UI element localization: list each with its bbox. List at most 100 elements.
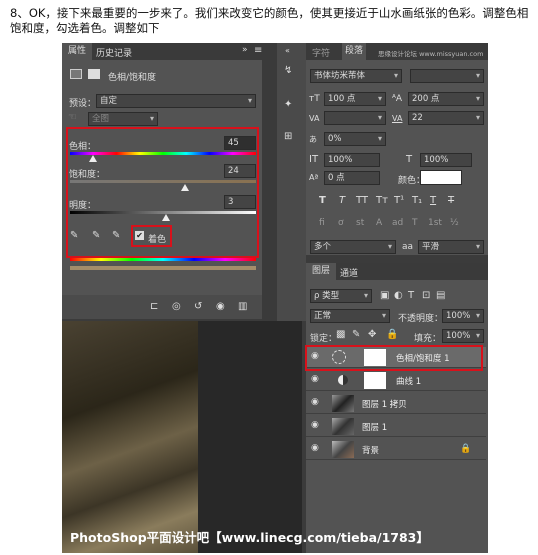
layer-thumb bbox=[332, 395, 354, 412]
filter-adjustment-icon[interactable]: ◐ bbox=[394, 290, 403, 302]
trash-icon[interactable]: ▥ bbox=[238, 301, 247, 313]
hand-tool-icon[interactable]: ☜ bbox=[68, 112, 77, 124]
preset-label: 预设： bbox=[69, 99, 97, 109]
font-size-icon: ᴛT bbox=[309, 94, 320, 104]
tool-history-icon[interactable]: ↯ bbox=[284, 65, 292, 77]
panel-collapse-icon[interactable]: » bbox=[242, 45, 248, 55]
lock-all-icon[interactable]: 🔒 bbox=[386, 329, 398, 341]
style-button-7[interactable]: T bbox=[448, 195, 454, 206]
mask-icon bbox=[88, 69, 100, 79]
layer-mask-thumb bbox=[364, 372, 386, 389]
collapse-icon[interactable]: « bbox=[285, 45, 290, 57]
layer-thumb bbox=[332, 418, 354, 435]
visibility-eye-icon[interactable]: ◉ bbox=[311, 374, 319, 384]
visibility-eye-icon[interactable]: ◉ bbox=[216, 301, 225, 313]
tab-channels[interactable]: 通道 bbox=[340, 266, 358, 279]
intro-text: 8、OK，接下来最重要的一步来了。我们来改变它的颜色，使其更接近于山水画纸张的色… bbox=[10, 6, 529, 35]
site-watermark: PhotoShop平面设计吧【www.linecg.com/tieba/1783… bbox=[70, 530, 429, 545]
antialias-dropdown[interactable]: 平滑 bbox=[418, 240, 484, 254]
opacity-input[interactable]: 100% bbox=[442, 309, 484, 323]
style-button-6[interactable]: T bbox=[430, 195, 436, 206]
view-previous-icon[interactable]: ◎ bbox=[172, 301, 181, 313]
leading-icon: ᴬA bbox=[392, 94, 403, 104]
visibility-eye-icon[interactable]: ◉ bbox=[311, 397, 319, 407]
adjustment-thumb-icon bbox=[338, 375, 348, 385]
horizontal-scale-icon: T bbox=[406, 154, 413, 165]
site-watermark-top: 思缘设计论坛 www.missyuan.com bbox=[378, 50, 484, 58]
baseline-icon: Aª bbox=[309, 173, 319, 182]
tracking-dropdown[interactable]: 22 bbox=[408, 111, 484, 125]
adjustment-icon bbox=[70, 69, 82, 79]
filter-pixel-icon[interactable]: ▣ bbox=[380, 290, 389, 302]
tab-history[interactable]: 历史记录 bbox=[96, 46, 132, 59]
style-button-0[interactable]: T bbox=[319, 195, 326, 206]
style-button-2[interactable]: TT bbox=[356, 195, 368, 206]
style-button-1[interactable]: T bbox=[339, 195, 345, 206]
antialias-label: aa bbox=[402, 242, 414, 252]
lock-image-icon[interactable]: ✎ bbox=[352, 329, 360, 341]
tab-paragraph[interactable]: 段落 bbox=[342, 43, 367, 60]
lock-label: 锁定： bbox=[310, 334, 338, 344]
font-style-dropdown[interactable] bbox=[410, 69, 484, 83]
layer-row-layer1-copy[interactable]: ◉ 图层 1 拷贝 bbox=[306, 393, 486, 414]
lock-transparent-icon[interactable]: ▩ bbox=[336, 329, 345, 341]
ot-button-2[interactable]: st bbox=[356, 218, 364, 228]
style-button-4[interactable]: T¹ bbox=[394, 195, 404, 206]
layer-row-curves[interactable]: ◉ 曲线 1 bbox=[306, 370, 486, 391]
filter-shape-icon[interactable]: ⊡ bbox=[422, 290, 430, 302]
preset-dropdown[interactable]: 自定 bbox=[96, 94, 256, 108]
visibility-eye-icon[interactable]: ◉ bbox=[311, 420, 319, 430]
style-button-5[interactable]: T₁ bbox=[412, 195, 422, 206]
kerning-dropdown[interactable] bbox=[324, 111, 386, 125]
font-family-dropdown[interactable]: 书体坊米芾体 bbox=[310, 69, 402, 83]
layer-name: 曲线 1 bbox=[396, 377, 422, 387]
style-button-3[interactable]: Tт bbox=[376, 195, 388, 206]
layer-row-background[interactable]: ◉ 背景 🔒 bbox=[306, 439, 486, 460]
highlight-layer bbox=[305, 345, 483, 371]
character-panel: 字符 段落 思缘设计论坛 www.missyuan.com 书体坊米芾体 ᴛT … bbox=[306, 43, 488, 255]
lock-position-icon[interactable]: ✥ bbox=[368, 329, 376, 341]
spectrum-bar-bottom bbox=[70, 266, 256, 270]
tool-table-icon[interactable]: ⊞ bbox=[284, 131, 292, 143]
vertical-scale-icon: IT bbox=[309, 154, 319, 165]
filter-type-icon[interactable]: T bbox=[408, 290, 414, 302]
layer-row-layer1[interactable]: ◉ 图层 1 bbox=[306, 416, 486, 437]
adjustment-title: 色相/饱和度 bbox=[108, 73, 157, 83]
tool-brush-icon[interactable]: ✦ bbox=[284, 99, 292, 111]
text-color-swatch[interactable] bbox=[420, 170, 462, 185]
photoshop-screenshot: 属性 历史记录 » ≡ 色相/饱和度 预设： 自定 ☜ 全图 色相： 45 饱和… bbox=[62, 43, 488, 553]
tracking-icon: VA bbox=[392, 114, 403, 123]
tsume-dropdown[interactable]: 0% bbox=[324, 132, 386, 146]
ot-button-0[interactable]: fi bbox=[319, 218, 325, 228]
leading-dropdown[interactable]: 200 点 bbox=[408, 92, 484, 106]
ot-button-6[interactable]: 1st bbox=[428, 218, 442, 228]
language-dropdown[interactable]: 多个 bbox=[310, 240, 396, 254]
vertical-scale-input[interactable]: 100% bbox=[324, 153, 380, 167]
clip-to-layer-icon[interactable]: ⊏ bbox=[150, 301, 158, 313]
tab-properties[interactable]: 属性 bbox=[62, 43, 92, 60]
filter-smart-icon[interactable]: ▤ bbox=[436, 290, 445, 302]
layer-name: 图层 1 bbox=[362, 423, 388, 433]
lock-icon: 🔒 bbox=[460, 444, 472, 454]
horizontal-scale-input[interactable]: 100% bbox=[420, 153, 472, 167]
ot-button-3[interactable]: A bbox=[376, 218, 382, 228]
layer-name: 背景 bbox=[362, 446, 380, 456]
tab-character[interactable]: 字符 bbox=[312, 46, 330, 59]
fill-input[interactable]: 100% bbox=[442, 329, 484, 343]
blend-mode-dropdown[interactable]: 正常 bbox=[310, 309, 390, 323]
reset-icon[interactable]: ↺ bbox=[194, 301, 202, 313]
canvas-area bbox=[198, 321, 302, 553]
channel-dropdown[interactable]: 全图 bbox=[88, 112, 158, 126]
visibility-eye-icon[interactable]: ◉ bbox=[311, 443, 319, 453]
ot-button-5[interactable]: T bbox=[412, 218, 418, 228]
ot-button-1[interactable]: ơ bbox=[338, 218, 344, 228]
layer-filter-dropdown[interactable]: ρ 类型 bbox=[310, 289, 372, 303]
scale-icon: あ bbox=[309, 135, 317, 144]
baseline-input[interactable]: 0 点 bbox=[324, 171, 380, 185]
fill-label: 填充： bbox=[414, 334, 442, 344]
ot-button-7[interactable]: ½ bbox=[450, 218, 459, 228]
ot-button-4[interactable]: ad bbox=[392, 218, 403, 228]
font-size-dropdown[interactable]: 100 点 bbox=[324, 92, 386, 106]
mini-toolbar: « ↯ ✦ ⊞ bbox=[277, 43, 306, 321]
tab-layers[interactable]: 图层 bbox=[306, 263, 336, 280]
